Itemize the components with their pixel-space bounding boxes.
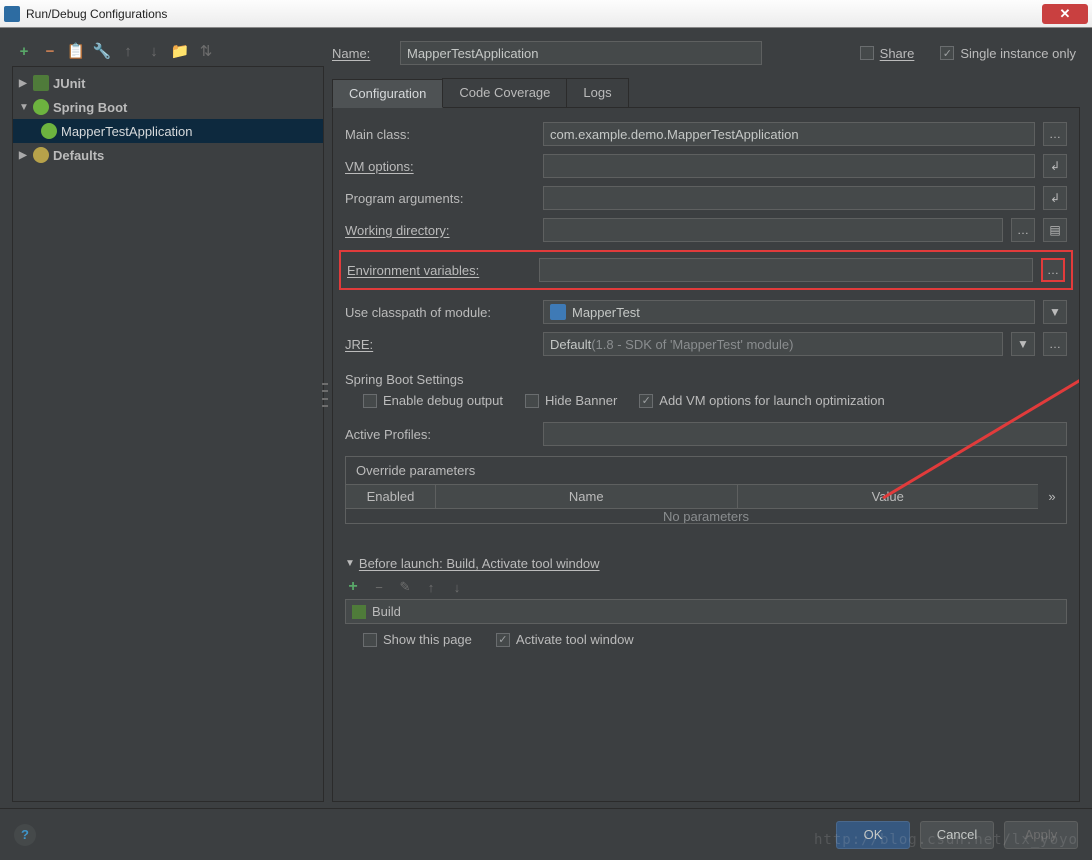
- list-button[interactable]: ▤: [1043, 218, 1067, 242]
- workdir-field[interactable]: [543, 218, 1003, 242]
- config-toolbar: + − 📋 🔧 ↑ ↓ 📁 ⇅: [12, 38, 324, 64]
- add-config-icon[interactable]: +: [16, 43, 32, 59]
- vm-label: VM options:: [345, 159, 535, 174]
- collapse-icon[interactable]: ▼: [19, 102, 29, 113]
- mainclass-label: Main class:: [345, 127, 535, 142]
- down-icon[interactable]: ↓: [449, 579, 465, 595]
- col-enabled[interactable]: Enabled: [346, 485, 436, 508]
- form-area: Main class: com.example.demo.MapperTestA…: [332, 108, 1080, 802]
- expand-button[interactable]: ↲: [1043, 186, 1067, 210]
- tree-label: Defaults: [53, 148, 104, 163]
- override-panel: Override parameters Enabled Name Value »…: [345, 456, 1067, 524]
- copy-config-icon[interactable]: 📋: [68, 43, 84, 59]
- tree-app[interactable]: MapperTestApplication: [13, 119, 323, 143]
- profiles-field[interactable]: [543, 422, 1067, 446]
- classpath-label: Use classpath of module:: [345, 305, 535, 320]
- add-task-icon[interactable]: +: [345, 579, 361, 595]
- build-icon: [352, 605, 366, 619]
- springboot-icon: [41, 123, 57, 139]
- right-pane: Name: Share Single instance only Configu…: [332, 38, 1080, 802]
- expand-button[interactable]: ↲: [1043, 154, 1067, 178]
- env-label: Environment variables:: [347, 263, 531, 278]
- add-vm-checkbox[interactable]: Add VM options for launch optimization: [639, 393, 884, 408]
- tab-configuration[interactable]: Configuration: [332, 79, 443, 108]
- single-instance-checkbox[interactable]: Single instance only: [940, 46, 1076, 61]
- activate-checkbox[interactable]: Activate tool window: [496, 632, 634, 647]
- build-task[interactable]: Build: [345, 599, 1067, 624]
- up-icon[interactable]: ↑: [423, 579, 439, 595]
- settings-icon[interactable]: 🔧: [94, 43, 110, 59]
- tree-label: Spring Boot: [53, 100, 127, 115]
- sort-icon[interactable]: ⇅: [198, 43, 214, 59]
- tab-code-coverage[interactable]: Code Coverage: [442, 78, 567, 107]
- springboot-icon: [33, 99, 49, 115]
- remove-task-icon[interactable]: −: [371, 579, 387, 595]
- tree-defaults[interactable]: ▶ Defaults: [13, 143, 323, 167]
- down-icon[interactable]: ↓: [146, 43, 162, 59]
- collapse-icon: ▼: [345, 558, 355, 569]
- mainclass-field[interactable]: com.example.demo.MapperTestApplication: [543, 122, 1035, 146]
- col-name[interactable]: Name: [436, 485, 738, 508]
- name-label: Name:: [332, 46, 390, 61]
- expand-icon[interactable]: ▶: [19, 150, 29, 161]
- defaults-icon: [33, 147, 49, 163]
- junit-icon: [33, 75, 49, 91]
- tab-logs[interactable]: Logs: [566, 78, 628, 107]
- dropdown-button[interactable]: ▼: [1043, 300, 1067, 324]
- close-button[interactable]: ✕: [1042, 4, 1088, 24]
- name-input[interactable]: [400, 41, 762, 65]
- share-checkbox[interactable]: Share: [860, 46, 915, 61]
- checkbox-icon: [940, 46, 954, 60]
- env-field[interactable]: [539, 258, 1033, 282]
- remove-config-icon[interactable]: −: [42, 43, 58, 59]
- up-icon[interactable]: ↑: [120, 43, 136, 59]
- enable-debug-checkbox[interactable]: Enable debug output: [363, 393, 503, 408]
- before-title[interactable]: ▼ Before launch: Build, Activate tool wi…: [345, 556, 1067, 571]
- titlebar: Run/Debug Configurations ✕: [0, 0, 1092, 28]
- no-params: No parameters: [346, 509, 1066, 523]
- before-launch: ▼ Before launch: Build, Activate tool wi…: [345, 556, 1067, 647]
- hide-banner-checkbox[interactable]: Hide Banner: [525, 393, 617, 408]
- browse-button[interactable]: …: [1043, 122, 1067, 146]
- vm-field[interactable]: [543, 154, 1035, 178]
- jre-label: JRE:: [345, 337, 535, 352]
- classpath-field[interactable]: MapperTest: [543, 300, 1035, 324]
- config-tree[interactable]: ▶ JUnit ▼ Spring Boot MapperTestApplicat…: [12, 66, 324, 802]
- edit-task-icon[interactable]: ✎: [397, 579, 413, 595]
- show-page-checkbox[interactable]: Show this page: [363, 632, 472, 647]
- splitter-grip[interactable]: [322, 380, 328, 410]
- window-title: Run/Debug Configurations: [26, 7, 1042, 21]
- args-label: Program arguments:: [345, 191, 535, 206]
- tree-springboot[interactable]: ▼ Spring Boot: [13, 95, 323, 119]
- checkbox-icon: [860, 46, 874, 60]
- tree-label: MapperTestApplication: [61, 124, 193, 139]
- profiles-label: Active Profiles:: [345, 427, 535, 442]
- help-button[interactable]: ?: [14, 824, 36, 846]
- tree-junit[interactable]: ▶ JUnit: [13, 71, 323, 95]
- tabs: Configuration Code Coverage Logs: [332, 78, 1080, 108]
- single-label: Single instance only: [960, 46, 1076, 61]
- app-icon: [4, 6, 20, 22]
- module-icon: [550, 304, 566, 320]
- sb-settings-title: Spring Boot Settings: [345, 372, 1067, 387]
- env-browse-button[interactable]: …: [1041, 258, 1065, 282]
- sidebar: + − 📋 🔧 ↑ ↓ 📁 ⇅ ▶ JUnit ▼ Spring Boot: [12, 38, 324, 802]
- workdir-label: Working directory:: [345, 223, 535, 238]
- jre-field[interactable]: Default (1.8 - SDK of 'MapperTest' modul…: [543, 332, 1003, 356]
- tree-label: JUnit: [53, 76, 86, 91]
- override-title: Override parameters: [346, 457, 1066, 484]
- browse-button[interactable]: …: [1011, 218, 1035, 242]
- browse-button[interactable]: …: [1043, 332, 1067, 356]
- col-value[interactable]: Value: [738, 485, 1039, 508]
- dropdown-button[interactable]: ▼: [1011, 332, 1035, 356]
- watermark: http://blog.csdn.net/lx_yoyo: [814, 832, 1078, 848]
- expand-icon[interactable]: »: [1038, 484, 1066, 509]
- args-field[interactable]: [543, 186, 1035, 210]
- share-label: Share: [880, 46, 915, 61]
- env-highlight: Environment variables: …: [339, 250, 1073, 290]
- folder-icon[interactable]: 📁: [172, 43, 188, 59]
- expand-icon[interactable]: ▶: [19, 78, 29, 89]
